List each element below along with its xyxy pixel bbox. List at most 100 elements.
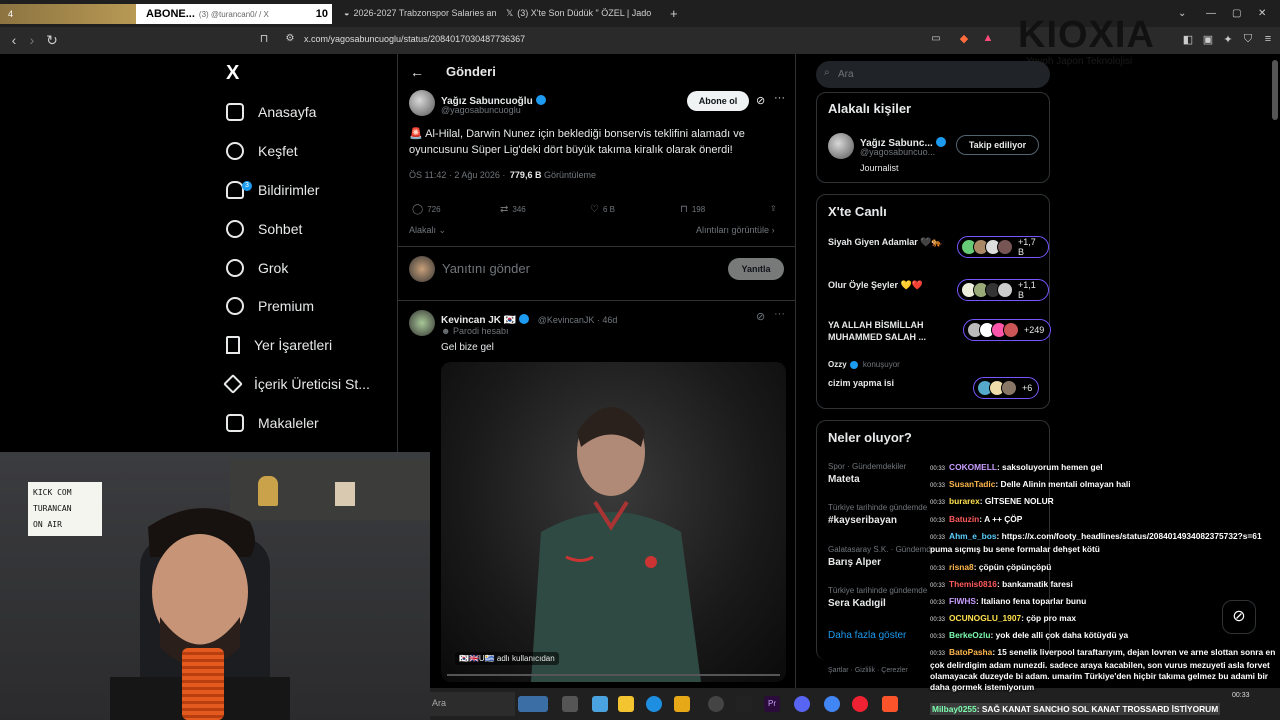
chat-user[interactable]: BatoPasha [949,647,992,657]
sidebar-item-grok[interactable]: Grok [222,254,288,282]
live-space-title[interactable]: cizim yapma isi [828,377,948,389]
live-host-row[interactable]: Ozzy konuşuyor [828,360,900,369]
trend-name[interactable]: Sera Kadıgil [828,598,886,609]
chat-user[interactable]: SusanTadic [949,479,995,489]
show-more-link[interactable]: Daha fazla göster [828,630,906,641]
chat-user[interactable]: FIWHS [949,596,976,606]
chat-user[interactable]: risna8 [949,562,974,572]
live-space-listeners[interactable]: +6 [973,377,1040,399]
author-handle[interactable]: @yagosabuncuoglu [441,105,521,115]
menu-icon[interactable]: ≡ [1258,33,1278,45]
back-arrow-icon[interactable]: ← [410,64,424,80]
sidebar-item-articles[interactable]: Makaleler [226,409,319,437]
reply-video[interactable]: 🇰🇷🇬🇧U🇺🇾 adlı kullanıcıdan [441,362,786,682]
grok-explain-icon[interactable]: ⊘ [756,310,765,323]
minimize-icon[interactable]: — [1198,2,1224,24]
brave-shield-icon[interactable]: ◆ [954,32,974,45]
edge-icon[interactable] [646,696,662,712]
wallet-icon[interactable]: ▣ [1198,33,1218,46]
discord-icon[interactable] [794,696,810,712]
reply-stat[interactable]: ◯ 726 [412,204,441,215]
sidebar-item-premium[interactable]: Premium [226,292,314,320]
premiere-icon[interactable]: Pr [764,696,780,712]
taskbar-clock[interactable]: 00:33 [1232,692,1250,699]
chat-user[interactable]: Themis0816 [949,579,997,589]
scrollbar[interactable] [1272,60,1278,120]
live-space-title[interactable]: YA ALLAH BİSMİLLAH MUHAMMED SALAH ... [828,319,948,343]
grok-explain-icon[interactable]: ⊘ [756,94,765,107]
subscribe-button[interactable]: Abone ol [687,91,749,111]
trend-name[interactable]: Barış Alper [828,557,881,568]
sidebar-toggle-icon[interactable]: ◧ [1178,33,1198,46]
trend-name[interactable]: Mateta [828,474,860,485]
chat-user[interactable]: burarex [949,496,980,506]
sidebar-item-notifications[interactable]: 3 Bildirimler [226,176,319,204]
app-icon[interactable] [736,696,752,712]
site-info-icon[interactable]: ⚙ [280,33,300,44]
live-space-title[interactable]: Olur Öyle Şeyler 💛❤️ [828,279,948,291]
avatar[interactable] [828,133,854,159]
like-stat[interactable]: ♡ 6 B [590,204,615,215]
avatar[interactable] [409,90,435,116]
x-logo-icon[interactable]: X [226,62,239,85]
back-icon[interactable]: ‹ [4,32,24,48]
close-icon[interactable]: ✕ [1250,2,1274,24]
following-button[interactable]: Takip ediliyor [956,135,1039,155]
live-space-listeners[interactable]: +249 [963,319,1052,341]
reply-input[interactable]: Yanıtını gönder [442,261,530,276]
bookmark-icon[interactable]: ⊓ [254,32,274,45]
sidebar-item-chat[interactable]: Sohbet [226,215,302,243]
reload-icon[interactable]: ↻ [42,32,62,49]
avatar[interactable] [409,310,435,336]
live-space-listeners[interactable]: +1,7 B [957,236,1049,258]
search-input[interactable]: Ara [816,61,1050,88]
grok-floating-button[interactable]: ⊘ [1222,600,1256,634]
vpn-icon[interactable]: ⛉ [1238,33,1258,46]
chat-user[interactable]: BerkeOzlu [949,630,990,640]
live-space-title[interactable]: Siyah Giyen Adamlar 🖤🐅 [828,236,948,248]
task-view-icon[interactable] [562,696,578,712]
browser-tab-active[interactable]: 4 ABONE... (3) @turancan0/ / X 10 [0,4,332,24]
tab-list-chevron-icon[interactable]: ⌄ [1170,2,1194,24]
footer-links[interactable]: Şartlar · Gizlilik · Çerezler [828,667,908,674]
chat-user[interactable]: COKOMELL [949,462,997,472]
relevance-dropdown[interactable]: Alakalı ⌄ [409,225,446,236]
sidebar-item-bookmarks[interactable]: Yer İşaretleri [226,331,332,359]
share-icon[interactable]: ⇪ [770,204,777,213]
more-icon[interactable]: ··· [774,308,785,320]
sidebar-item-creator-studio[interactable]: İçerik Üreticisi St... [223,370,370,398]
chat-user[interactable]: OCUNOGLU_1907 [949,613,1021,623]
chat-user[interactable]: Ahm_e_bos [949,531,996,541]
app-icon[interactable] [674,696,690,712]
live-space-listeners[interactable]: +1,1 B [957,279,1049,301]
chat-user[interactable]: Milbay0255 [932,704,977,714]
maximize-icon[interactable]: ▢ [1224,2,1249,24]
video-progress-bar[interactable] [447,674,780,676]
brave-icon[interactable] [882,696,898,712]
chat-user[interactable]: Batuzin [949,514,979,524]
app-icon[interactable] [592,696,608,712]
sidebar-item-explore[interactable]: Keşfet [226,137,298,165]
new-tab-button[interactable]: + [662,2,686,24]
file-explorer-icon[interactable] [618,696,634,712]
url-input[interactable]: x.com/yagosabuncuoglu/status/20840170304… [304,34,525,44]
post-time[interactable]: ÖS 11:42 · 2 Ağu 2026 · [409,170,505,180]
app-icon[interactable] [852,696,868,712]
more-icon[interactable]: ··· [774,92,785,104]
browser-tab-3[interactable]: 𝕏 (3) X'te Son Düdük " ÖZEL | Jado [498,2,658,24]
brave-rewards-icon[interactable]: ▲ [978,32,998,44]
sidebar-item-home[interactable]: Anasayfa [226,98,316,126]
widgets-icon[interactable] [518,696,548,712]
bookmark-stat[interactable]: ⊓ 198 [680,204,705,215]
browser-tab-2[interactable]: ◒ 2026-2027 Trabzonspor Salaries and [336,2,496,24]
cast-icon[interactable]: ▭ [926,33,946,44]
steam-icon[interactable] [708,696,724,712]
ai-sparkle-icon[interactable]: ✦ [1218,33,1238,46]
chrome-icon[interactable] [824,696,840,712]
trend-name[interactable]: #kayseribayan [828,515,897,526]
taskbar-search[interactable]: Ara [430,692,515,716]
view-quotes-link[interactable]: Alıntıları görüntüle › [696,225,775,235]
reply-button[interactable]: Yanıtla [728,258,784,280]
repost-stat[interactable]: ⇄ 346 [500,204,526,215]
forward-icon[interactable]: › [22,32,42,48]
